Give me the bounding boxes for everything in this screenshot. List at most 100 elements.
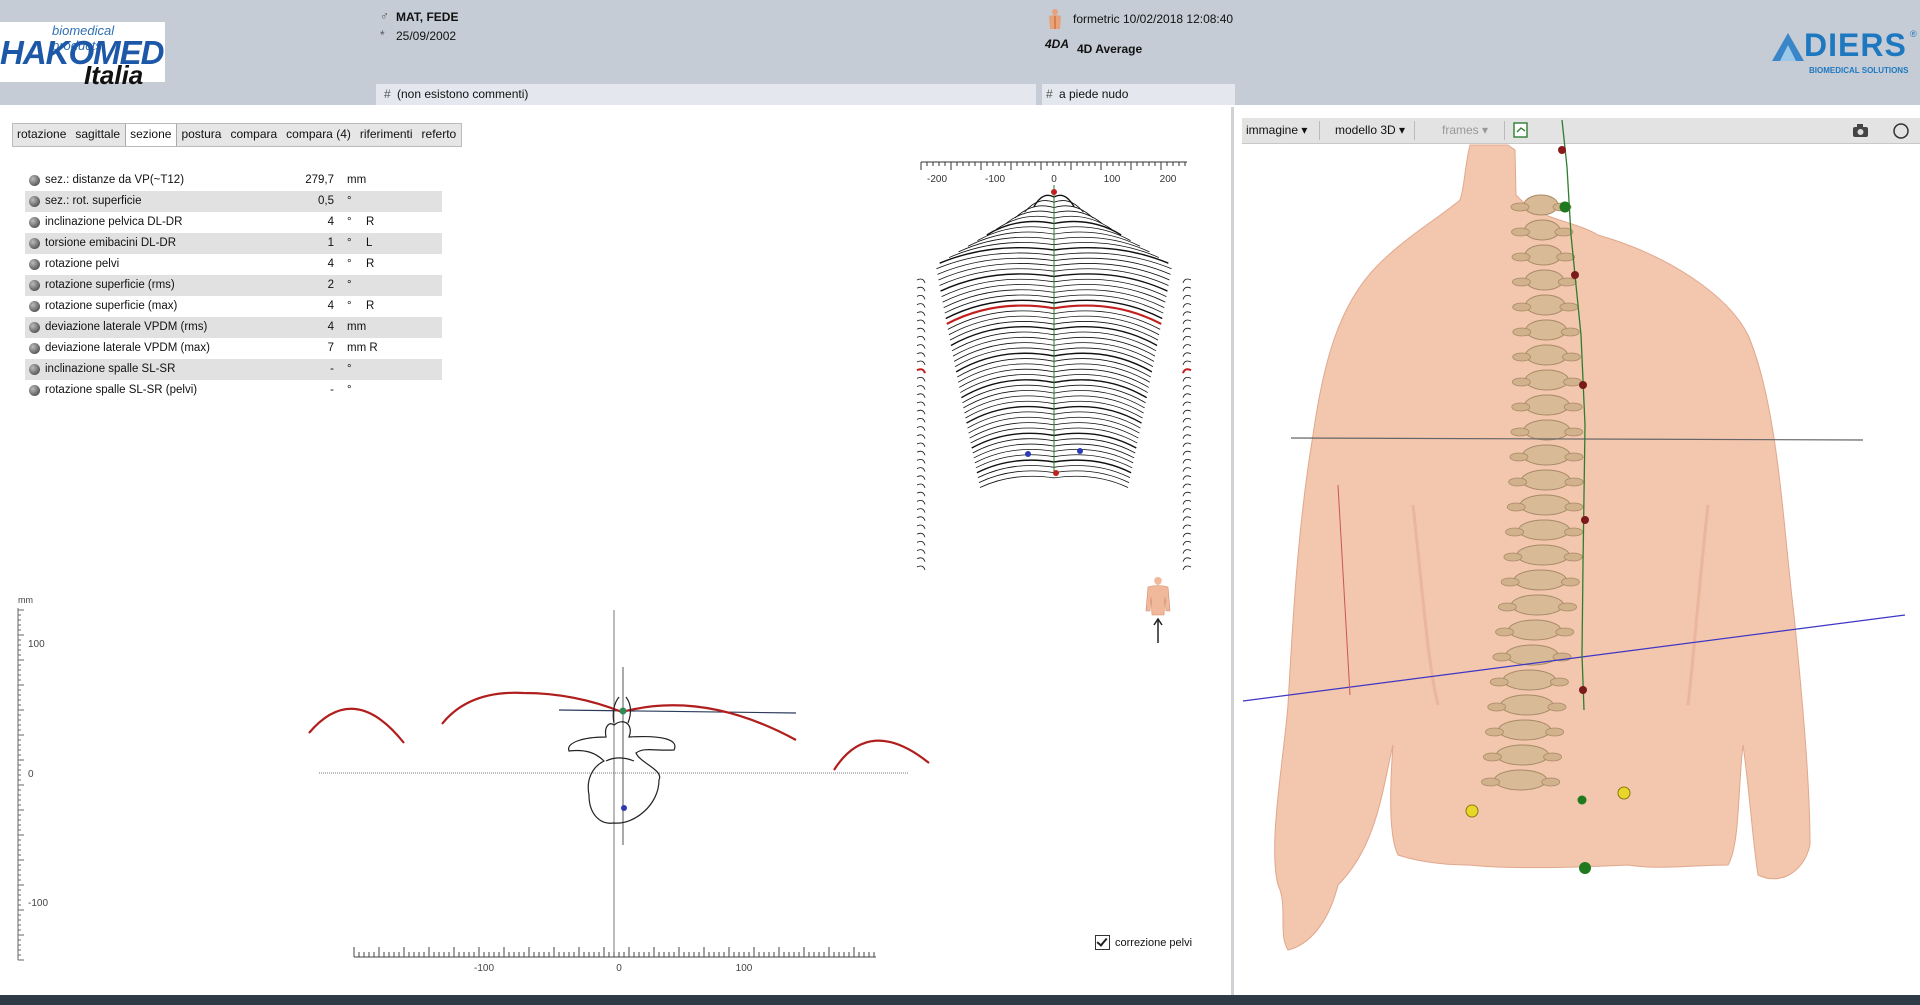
measurement-value: - — [330, 363, 334, 375]
section-curve-right-arm — [833, 739, 930, 771]
measurement-row[interactable]: deviazione laterale VPDM (max) 7 mm R — [25, 338, 442, 359]
measurement-row[interactable]: sez.: distanze da VP(~T12) 279,7 mm — [25, 170, 442, 191]
diers-logo: DIERS ® BIOMEDICAL SOLUTIONS — [1770, 25, 1920, 80]
3d-model-view[interactable] — [1238, 119, 1920, 975]
section-y-tick-label: 100 — [28, 639, 45, 650]
average-label: 4D Average — [1077, 42, 1143, 56]
left-arm-contour — [916, 524, 926, 530]
spine-point[interactable] — [1579, 686, 1587, 694]
left-arm-contour — [916, 360, 926, 366]
section-curve-back-right — [621, 704, 797, 741]
diers-reg: ® — [1910, 29, 1917, 39]
measurement-row[interactable]: rotazione superficie (max) 4 ° R — [25, 296, 442, 317]
left-arm-contour — [916, 557, 926, 562]
measurement-row[interactable]: sez.: rot. superficie 0,5 ° — [25, 191, 442, 212]
right-arm-contour — [1182, 393, 1192, 398]
measurement-side: R — [366, 216, 375, 228]
birth-icon: * — [380, 28, 385, 42]
status-dot-icon — [29, 343, 40, 354]
sp-marker[interactable] — [1053, 470, 1059, 476]
footwear-field[interactable]: # a piede nudo — [1042, 84, 1235, 105]
pelvic-correction-toggle[interactable]: correzione pelvi — [1095, 935, 1192, 950]
vertebra-center-marker[interactable] — [621, 805, 627, 811]
tab-sezione[interactable]: sezione — [125, 124, 178, 146]
measurement-unit: mm — [347, 321, 367, 333]
measurement-label: inclinazione spalle SL-SR — [45, 363, 176, 375]
measurement-row[interactable]: rotazione superficie (rms) 2 ° — [25, 275, 442, 296]
spine-point[interactable] — [1579, 381, 1587, 389]
circle-icon[interactable] — [1892, 122, 1910, 140]
vp-marker[interactable] — [1051, 189, 1057, 195]
measurement-row[interactable]: rotazione spalle SL-SR (pelvi) - ° — [25, 380, 442, 401]
right-arm-contour — [1182, 565, 1192, 571]
measurement-label: rotazione superficie (rms) — [45, 279, 175, 291]
measurement-label: rotazione superficie (max) — [45, 300, 178, 312]
vp-point[interactable] — [1558, 146, 1566, 154]
section-curve-back-left — [441, 691, 623, 725]
person-back-icon[interactable] — [1143, 575, 1173, 645]
spine-top-point[interactable] — [1559, 201, 1571, 213]
measurement-row[interactable]: deviazione laterale VPDM (rms) 4 mm — [25, 317, 442, 338]
footwear-text: a piede nudo — [1059, 87, 1129, 101]
status-dot-icon — [29, 196, 40, 207]
tab-sagittale[interactable]: sagittale — [71, 124, 125, 146]
right-arm-contour — [1182, 327, 1192, 333]
measurement-label: deviazione laterale VPDM (rms) — [45, 321, 208, 333]
comment-field[interactable]: # (non esistono commenti) — [376, 84, 1036, 105]
pelvic-correction-checkbox[interactable] — [1095, 935, 1110, 950]
right-arm-contour — [1182, 319, 1192, 325]
male-icon: ♂ — [380, 9, 389, 23]
pane-divider[interactable] — [1231, 107, 1234, 995]
pelvis-center-point[interactable] — [1577, 795, 1587, 805]
right-arm-contour — [1182, 385, 1192, 390]
right-arm-contour — [1182, 401, 1192, 407]
measurement-unit: ° — [347, 195, 352, 207]
tab-rotazione[interactable]: rotazione — [13, 124, 71, 146]
left-arm-contour — [916, 278, 926, 284]
status-dot-icon — [29, 280, 40, 291]
measurement-value: 4 — [327, 258, 334, 270]
spine-point[interactable] — [1581, 516, 1589, 524]
tab-compara-4-[interactable]: compara (4) — [282, 124, 356, 146]
toolbar-separator — [1504, 121, 1505, 140]
status-dot-icon — [29, 322, 40, 333]
spine-point-marker[interactable] — [619, 707, 627, 715]
tab-compara[interactable]: compara — [226, 124, 282, 146]
tab-referto[interactable]: referto — [418, 124, 462, 146]
section-x-tick-label: 0 — [616, 963, 622, 974]
dimple-right-point[interactable] — [1617, 786, 1631, 800]
spine-point[interactable] — [1571, 271, 1579, 279]
measurement-row[interactable]: rotazione pelvi 4 ° R — [25, 254, 442, 275]
right-arm-contour — [1182, 442, 1192, 448]
tab-riferimenti[interactable]: riferimenti — [356, 124, 418, 146]
left-arm-contour — [916, 500, 926, 505]
status-dot-icon — [29, 238, 40, 249]
right-arm-contour — [1182, 549, 1192, 554]
sp-point[interactable] — [1579, 862, 1591, 874]
measurement-row[interactable]: torsione emibacini DL-DR 1 ° L — [25, 233, 442, 254]
image-menu[interactable]: immagine ▾ — [1246, 123, 1307, 137]
tab-postura[interactable]: postura — [177, 124, 226, 146]
dimple-left-point[interactable] — [1465, 804, 1479, 818]
left-arm-contour — [916, 467, 926, 472]
right-arm-contour — [1182, 532, 1192, 538]
model-3d-menu[interactable]: modello 3D ▾ — [1335, 123, 1405, 137]
measurement-row[interactable]: inclinazione pelvica DL-DR 4 ° R — [25, 212, 442, 233]
camera-icon[interactable] — [1851, 122, 1871, 140]
measurement-row[interactable]: inclinazione spalle SL-SR - ° — [25, 359, 442, 380]
measurement-label: sez.: distanze da VP(~T12) — [45, 174, 185, 186]
right-arm-contour — [1182, 467, 1192, 472]
pelvic-correction-label: correzione pelvi — [1115, 936, 1193, 949]
frames-menu[interactable]: frames ▾ — [1442, 123, 1488, 137]
measurement-unit: ° — [347, 258, 352, 270]
dimple-left-marker[interactable] — [1025, 451, 1031, 457]
left-arm-contour — [916, 508, 926, 513]
dimple-right-marker[interactable] — [1077, 448, 1083, 454]
export-icon[interactable] — [1512, 121, 1530, 139]
left-arm-contour — [916, 541, 926, 546]
left-arm-contour — [916, 565, 926, 571]
measurement-unit: ° — [347, 237, 352, 249]
measurement-unit: ° — [347, 279, 352, 291]
right-arm-contour — [1182, 516, 1192, 521]
measurement-value: 4 — [327, 216, 334, 228]
